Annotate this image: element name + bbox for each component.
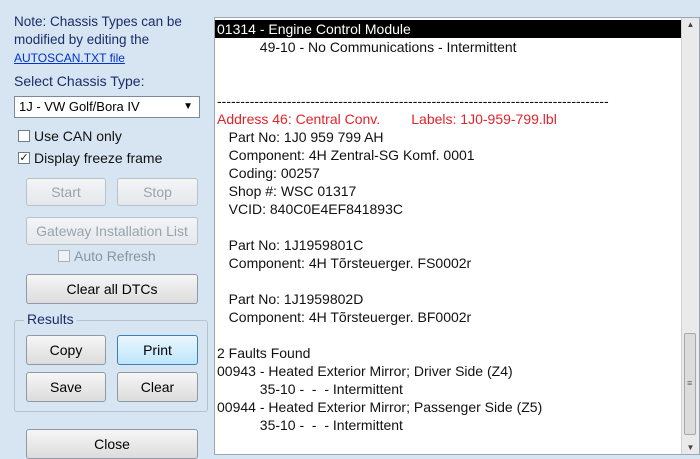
auto-refresh-box[interactable]: [58, 250, 70, 262]
log-line: Coding: 00257: [217, 165, 320, 181]
autoscan-link[interactable]: AUTOSCAN.TXT file: [14, 49, 206, 67]
stop-button[interactable]: Stop: [117, 178, 198, 206]
freeze-frame-label: Display freeze frame: [34, 150, 163, 166]
log-line: ----------------------------------------…: [217, 93, 609, 109]
log-line: Component: 4H Zentral-SG Komf. 0001: [217, 147, 475, 163]
results-log-panel[interactable]: 01314 - Engine Control Module 49-10 - No…: [214, 17, 700, 455]
chassis-type-select[interactable]: 1J - VW Golf/Bora IV ▼: [14, 96, 200, 118]
print-button[interactable]: Print: [117, 335, 198, 365]
auto-refresh-label: Auto Refresh: [74, 248, 156, 264]
log-line: VCID: 840C0E4EF841893C: [217, 201, 403, 217]
note-text: Note: Chassis Types can be modified by e…: [14, 14, 182, 47]
log-line: 49-10 - No Communications - Intermittent: [217, 39, 517, 55]
log-line: Component: 4H Tõrsteuerger. FS0002r: [217, 255, 472, 271]
log-line: 35-10 - - - Intermittent: [217, 417, 403, 433]
log-line: 01314 - Engine Control Module: [215, 20, 683, 38]
chassis-note: Note: Chassis Types can be modified by e…: [14, 13, 206, 67]
log-line: Part No: 1J1959801C: [217, 237, 364, 253]
use-can-label: Use CAN only: [34, 128, 122, 144]
use-can-checkbox[interactable]: Use CAN only: [18, 128, 122, 144]
results-label: Results: [24, 311, 77, 327]
log-line: Shop #: WSC 01317: [217, 183, 357, 199]
gateway-installation-list-button[interactable]: Gateway Installation List: [26, 217, 198, 245]
log-line: 00944 - Heated Exterior Mirror; Passenge…: [217, 399, 543, 415]
results-log: 01314 - Engine Control Module 49-10 - No…: [215, 18, 683, 454]
log-line: Part No: 1J0 959 799 AH: [217, 129, 384, 145]
chassis-type-value: 1J - VW Golf/Bora IV: [19, 99, 140, 114]
auto-refresh-checkbox[interactable]: Auto Refresh: [58, 248, 156, 264]
log-line: 00943 - Heated Exterior Mirror; Driver S…: [217, 363, 513, 379]
scrollbar-thumb[interactable]: ≡: [684, 333, 696, 435]
log-line: Part No: 1J1959802D: [217, 291, 364, 307]
log-line: Component: 4H Tõrsteuerger. BF0002r: [217, 309, 472, 325]
clear-button[interactable]: Clear: [117, 372, 198, 402]
freeze-frame-check-icon[interactable]: ✓: [18, 152, 30, 164]
use-can-box[interactable]: [18, 130, 30, 142]
log-line: 2 Faults Found: [217, 345, 311, 361]
clear-all-dtcs-button[interactable]: Clear all DTCs: [26, 274, 198, 304]
copy-button[interactable]: Copy: [26, 335, 106, 365]
vertical-scrollbar[interactable]: ▲ ≡ ▼: [681, 18, 699, 454]
dropdown-arrow-icon: ▼: [183, 101, 193, 112]
display-freeze-frame-checkbox[interactable]: ✓ Display freeze frame: [18, 150, 162, 166]
scroll-up-icon[interactable]: ▲: [682, 20, 699, 29]
log-line: 35-10 - - - Intermittent: [217, 381, 403, 397]
select-chassis-label: Select Chassis Type:: [14, 73, 145, 89]
log-line: Address 46: Central Conv. Labels: 1J0-95…: [217, 111, 557, 127]
scroll-down-icon[interactable]: ▼: [682, 443, 699, 452]
save-button[interactable]: Save: [26, 372, 106, 402]
start-button[interactable]: Start: [26, 178, 106, 206]
scroll-grip-icon: ≡: [687, 378, 693, 388]
control-panel: Note: Chassis Types can be modified by e…: [0, 0, 210, 459]
